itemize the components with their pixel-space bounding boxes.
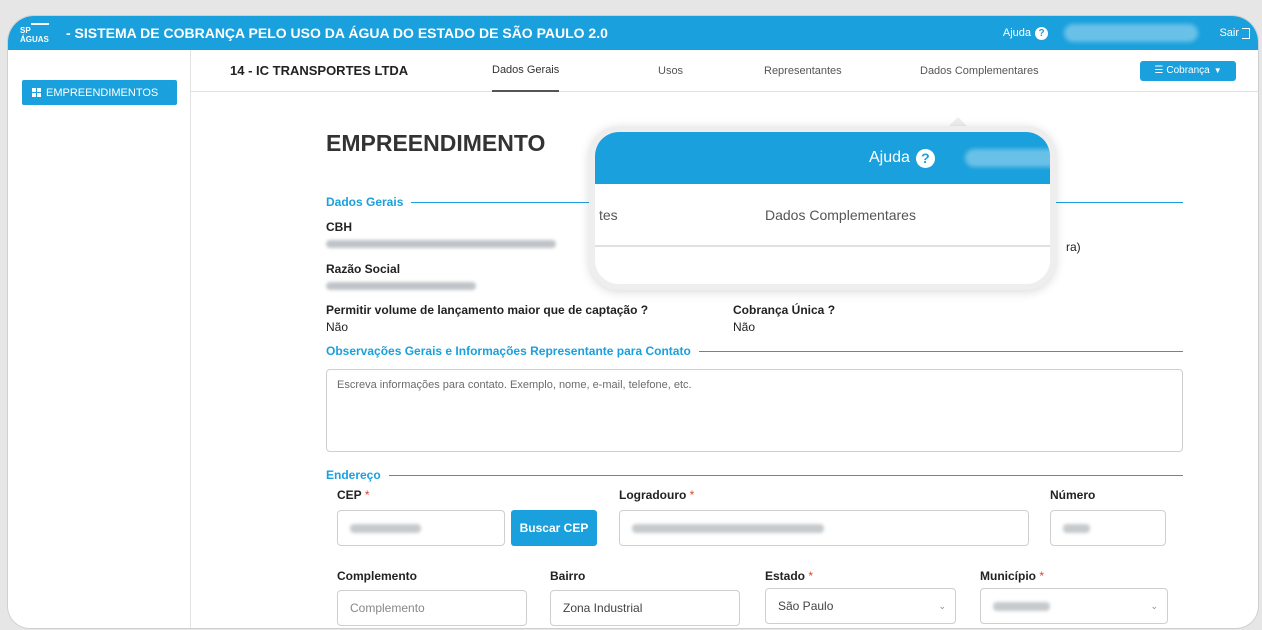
municipio-label: Município * xyxy=(980,569,1044,583)
permitir-volume-label: Permitir volume de lançamento maior que … xyxy=(326,303,649,317)
zoom-tab-representantes-partial[interactable]: tes xyxy=(599,207,618,223)
observacoes-placeholder: Escreva informações para contato. Exempl… xyxy=(337,379,692,391)
question-icon: ? xyxy=(915,148,935,168)
user-name-redacted xyxy=(1064,24,1198,42)
page-title: EMPREENDIMENTO xyxy=(326,130,546,156)
razao-social-label: Razão Social xyxy=(326,262,401,276)
municipio-value-redacted xyxy=(993,601,1050,611)
buscar-cep-button[interactable]: Buscar CEP xyxy=(511,510,597,546)
estado-label: Estado * xyxy=(765,569,813,583)
checklist-icon: ☰ xyxy=(1154,65,1163,76)
section-endereco-legend: Endereço xyxy=(326,468,381,482)
logout-icon xyxy=(1242,27,1250,39)
cep-input[interactable] xyxy=(337,510,505,546)
question-icon: ? xyxy=(1035,26,1048,40)
section-observacoes-legend: Observações Gerais e Informações Represe… xyxy=(326,344,691,358)
cbh-label: CBH xyxy=(326,220,352,234)
sidebar-item-empreendimentos[interactable]: EMPREENDIMENTOS xyxy=(22,80,177,105)
zoom-help-link[interactable]: Ajuda ? xyxy=(869,148,935,168)
zoom-callout: Ajuda ? tes Dados Complementares xyxy=(589,126,1056,290)
bairro-input[interactable]: Zona Industrial xyxy=(550,590,740,626)
estado-label-text: Estado xyxy=(765,569,806,583)
chevron-down-icon: ⌄ xyxy=(938,600,946,611)
sp-aguas-logo: SP ÁGUAS xyxy=(20,16,60,50)
tab-representantes[interactable]: Representantes xyxy=(764,50,842,92)
cobranca-dropdown-button[interactable]: ☰ Cobrança ▼ xyxy=(1140,60,1236,81)
logout-label: Sair xyxy=(1219,27,1239,39)
municipio-select[interactable]: ⌄ xyxy=(980,588,1168,624)
numero-input[interactable] xyxy=(1050,510,1166,546)
complemento-label: Complemento xyxy=(337,569,418,583)
razao-social-value-redacted xyxy=(326,282,476,290)
cobranca-unica-value: Não xyxy=(733,320,756,334)
company-name: 14 - IC TRANSPORTES LTDA xyxy=(230,63,409,78)
estado-select[interactable]: São Paulo ⌄ xyxy=(765,588,956,624)
section-endereco: Endereço xyxy=(326,468,1183,482)
caret-down-icon: ▼ xyxy=(1213,66,1222,75)
numero-label: Número xyxy=(1050,488,1096,502)
help-label: Ajuda xyxy=(1002,27,1031,39)
required-mark: * xyxy=(808,569,814,583)
required-mark: * xyxy=(364,488,370,502)
complemento-placeholder: Complemento xyxy=(350,601,425,615)
grid-icon xyxy=(32,88,41,97)
logradouro-value-redacted xyxy=(632,523,824,533)
permitir-volume-value: Não xyxy=(326,320,349,334)
municipio-label-text: Município xyxy=(980,569,1036,583)
required-mark: * xyxy=(689,488,695,502)
required-mark: * xyxy=(1039,569,1045,583)
bairro-value: Zona Industrial xyxy=(563,601,643,615)
cbh-value-redacted xyxy=(326,240,556,248)
cobranca-unica-label: Cobrança Única ? xyxy=(733,303,836,317)
section-observacoes: Observações Gerais e Informações Represe… xyxy=(326,344,1183,358)
zoom-tab-dados-complementares[interactable]: Dados Complementares xyxy=(765,207,916,223)
zoom-help-label: Ajuda xyxy=(869,149,910,166)
cep-label-text: CEP xyxy=(337,488,362,502)
sidebar-item-label: EMPREENDIMENTOS xyxy=(46,86,159,99)
app-title: - SISTEMA DE COBRANÇA PELO USO DA ÁGUA D… xyxy=(66,25,608,41)
logo-text: SP ÁGUAS xyxy=(20,26,49,44)
tab-usos[interactable]: Usos xyxy=(658,50,683,92)
sub-nav: 14 - IC TRANSPORTES LTDA Dados Gerais Us… xyxy=(191,50,1258,92)
top-bar: SP ÁGUAS - SISTEMA DE COBRANÇA PELO USO … xyxy=(8,16,1258,50)
chevron-down-icon: ⌄ xyxy=(1150,600,1158,611)
partial-field-value: ra) xyxy=(1066,240,1081,254)
zoom-divider xyxy=(595,245,1050,247)
tab-dados-gerais[interactable]: Dados Gerais xyxy=(492,50,560,92)
logradouro-label: Logradouro * xyxy=(619,488,694,502)
sidebar: EMPREENDIMENTOS xyxy=(8,50,191,628)
complemento-input[interactable]: Complemento xyxy=(337,590,527,626)
tab-dados-complementares[interactable]: Dados Complementares xyxy=(920,50,1039,92)
estado-value: São Paulo xyxy=(778,599,834,613)
numero-value-redacted xyxy=(1063,523,1090,533)
zoom-user-redacted xyxy=(965,149,1050,167)
cep-label: CEP * xyxy=(337,488,369,502)
cobranca-label: Cobrança xyxy=(1166,65,1210,76)
bairro-label: Bairro xyxy=(550,569,586,583)
logout-button[interactable]: Sair xyxy=(1219,27,1250,39)
zoom-top-bar: Ajuda ? xyxy=(595,132,1050,184)
help-link[interactable]: Ajuda ? xyxy=(1002,26,1048,40)
logradouro-input[interactable] xyxy=(619,510,1029,546)
logradouro-label-text: Logradouro xyxy=(619,488,687,502)
observacoes-textarea[interactable]: Escreva informações para contato. Exempl… xyxy=(326,369,1183,452)
cep-value-redacted xyxy=(350,523,421,533)
app-frame: SP ÁGUAS - SISTEMA DE COBRANÇA PELO USO … xyxy=(8,16,1258,628)
section-dados-gerais-legend: Dados Gerais xyxy=(326,195,404,209)
